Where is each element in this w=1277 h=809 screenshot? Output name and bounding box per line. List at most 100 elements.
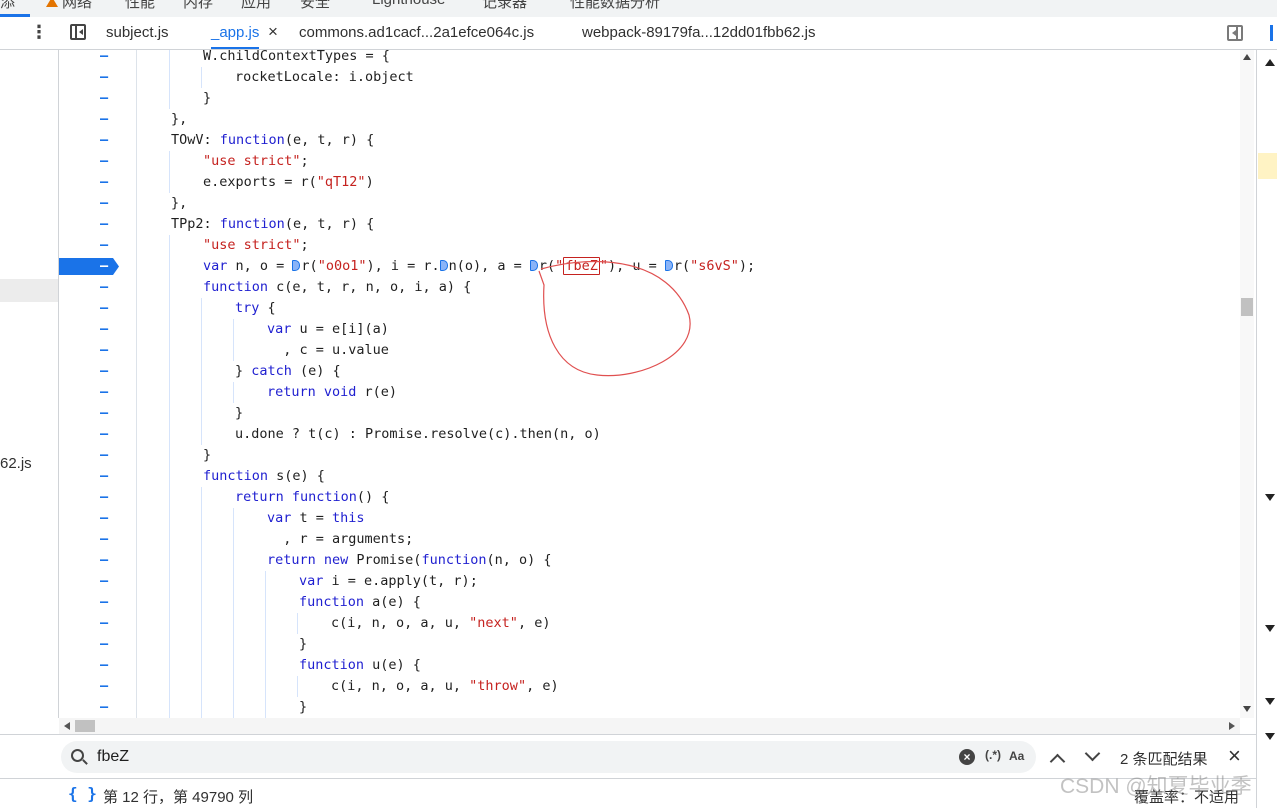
scroll-up-arrow-icon[interactable]	[1243, 54, 1251, 60]
navigator-selected-row[interactable]	[0, 279, 58, 302]
code-line[interactable]: – function a(e) {	[59, 592, 1240, 613]
code-editor[interactable]: – W.childContextTypes = {– rocketLocale: i…	[59, 50, 1240, 718]
code-line[interactable]: –}	[59, 634, 1240, 655]
line-gutter-marker[interactable]: –	[100, 382, 108, 403]
toggle-navigator-icon[interactable]	[70, 24, 86, 40]
code-line[interactable]: – c(i, n, o, a, u, "next", e)	[59, 613, 1240, 634]
panel-tab-application[interactable]: 应用	[241, 0, 271, 12]
line-gutter-marker[interactable]: –	[100, 655, 108, 676]
panel-tab-performance-insights[interactable]: 性能数据分析	[570, 0, 660, 12]
code-line[interactable]: – var i = e.apply(t, r);	[59, 571, 1240, 592]
toggle-debugger-icon[interactable]	[1227, 25, 1243, 41]
close-tab-icon[interactable]: ×	[268, 17, 278, 49]
file-tab-commons[interactable]: commons.ad1cacf...2a1efce064c.js	[299, 17, 534, 49]
line-gutter-marker[interactable]: –	[100, 361, 108, 382]
search-box[interactable]: × (.*) Aa	[61, 741, 1036, 773]
code-line[interactable]: – e.exports = r("qT12")	[59, 172, 1240, 193]
match-case-toggle-button[interactable]: Aa	[1009, 749, 1024, 763]
code-line[interactable]: – return new Promise(function(n, o) {	[59, 550, 1240, 571]
code-line[interactable]: – rocketLocale: i.object	[59, 67, 1240, 88]
expand-arrow-icon[interactable]	[1265, 494, 1275, 501]
panel-tab-network[interactable]: 网络	[62, 0, 92, 12]
inline-breakpoint-icon[interactable]	[292, 260, 301, 271]
expand-arrow-icon[interactable]	[1265, 733, 1275, 740]
file-tab-webpack[interactable]: webpack-89179fa...12dd01fbb62.js	[582, 17, 816, 49]
close-search-icon[interactable]: ×	[1228, 744, 1241, 768]
line-gutter-marker[interactable]: –	[100, 214, 108, 235]
scroll-down-arrow-icon[interactable]	[1243, 706, 1251, 712]
line-gutter-marker[interactable]: –	[100, 424, 108, 445]
code-line[interactable]: –}	[59, 445, 1240, 466]
clear-search-icon[interactable]: ×	[959, 749, 975, 765]
line-gutter-marker[interactable]: –	[100, 235, 108, 256]
scroll-left-arrow-icon[interactable]	[64, 722, 70, 730]
panel-tab-security[interactable]: 安全	[300, 0, 330, 12]
line-gutter-marker[interactable]: –	[100, 487, 108, 508]
code-line[interactable]: –}	[59, 697, 1240, 718]
line-gutter-marker[interactable]: –	[100, 67, 108, 88]
more-options-icon[interactable]: ⋮	[30, 21, 48, 45]
panel-tab-memory[interactable]: 内存	[183, 0, 213, 12]
code-line[interactable]: – "use strict";	[59, 235, 1240, 256]
line-gutter-marker[interactable]: –	[100, 130, 108, 151]
line-gutter-marker[interactable]: –	[100, 613, 108, 634]
code-line[interactable]: – , r = arguments;	[59, 529, 1240, 550]
breakpoint-marker[interactable]	[59, 258, 119, 275]
code-line[interactable]: – c(i, n, o, a, u, "throw", e)	[59, 676, 1240, 697]
line-gutter-marker[interactable]: –	[100, 508, 108, 529]
search-input[interactable]	[97, 745, 917, 769]
code-line[interactable]: –},	[59, 193, 1240, 214]
line-gutter-marker[interactable]: –	[100, 172, 108, 193]
collapse-arrow-icon[interactable]	[1265, 59, 1275, 66]
line-gutter-marker[interactable]: –	[100, 445, 108, 466]
horizontal-scrollbar[interactable]	[59, 718, 1240, 734]
line-gutter-marker[interactable]: –	[100, 88, 108, 109]
file-tab-subject[interactable]: subject.js	[106, 17, 169, 49]
line-gutter-marker[interactable]: –	[100, 193, 108, 214]
line-gutter-marker[interactable]: –	[100, 340, 108, 361]
line-gutter-marker[interactable]: –	[100, 634, 108, 655]
line-gutter-marker[interactable]: –	[100, 676, 108, 697]
regex-toggle-button[interactable]: (.*)	[985, 748, 1001, 762]
code-line[interactable]: – W.childContextTypes = {	[59, 50, 1240, 67]
panel-tab-1[interactable]: 添	[0, 0, 15, 12]
line-gutter-marker[interactable]: –	[100, 403, 108, 424]
line-gutter-marker[interactable]: –	[100, 697, 108, 718]
code-line[interactable]: – var t = this	[59, 508, 1240, 529]
line-gutter-marker[interactable]: –	[100, 550, 108, 571]
line-gutter-marker[interactable]: –	[100, 50, 108, 67]
code-line[interactable]: – TPp2: function(e, t, r) {	[59, 214, 1240, 235]
vertical-scrollbar[interactable]	[1240, 50, 1254, 718]
line-gutter-marker[interactable]: –	[100, 571, 108, 592]
code-line[interactable]: –},	[59, 109, 1240, 130]
inline-breakpoint-icon[interactable]	[439, 260, 448, 271]
panel-tab-performance[interactable]: 性能	[125, 0, 155, 12]
navigator-file-label[interactable]: 62.js	[0, 455, 32, 472]
file-tab-app[interactable]: _app.js	[211, 17, 260, 49]
code-line[interactable]: –}	[59, 403, 1240, 424]
line-gutter-marker[interactable]: –	[100, 529, 108, 550]
line-gutter-marker[interactable]: –	[100, 151, 108, 172]
expand-arrow-icon[interactable]	[1265, 625, 1275, 632]
code-line[interactable]: – TOwV: function(e, t, r) {	[59, 130, 1240, 151]
code-line[interactable]: – function u(e) {	[59, 655, 1240, 676]
code-line[interactable]: –}	[59, 88, 1240, 109]
pretty-print-button[interactable]: { }	[68, 784, 97, 803]
line-gutter-marker[interactable]: –	[100, 298, 108, 319]
line-gutter-marker[interactable]: –	[100, 256, 108, 277]
line-gutter-marker[interactable]: –	[100, 109, 108, 130]
line-gutter-marker[interactable]: –	[100, 466, 108, 487]
expand-arrow-icon[interactable]	[1265, 698, 1275, 705]
vertical-scroll-thumb[interactable]	[1241, 298, 1253, 316]
scroll-right-arrow-icon[interactable]	[1229, 722, 1235, 730]
line-gutter-marker[interactable]: –	[100, 319, 108, 340]
line-gutter-marker[interactable]: –	[100, 277, 108, 298]
horizontal-scroll-thumb[interactable]	[75, 720, 95, 732]
code-line[interactable]: – "use strict";	[59, 151, 1240, 172]
code-line[interactable]: – u.done ? t(c) : Promise.resolve(c).then…	[59, 424, 1240, 445]
panel-tab-recorder[interactable]: 记录器	[482, 0, 527, 12]
code-line[interactable]: – function s(e) {	[59, 466, 1240, 487]
line-gutter-marker[interactable]: –	[100, 592, 108, 613]
code-line[interactable]: – return void r(e)	[59, 382, 1240, 403]
code-line[interactable]: – return function() {	[59, 487, 1240, 508]
